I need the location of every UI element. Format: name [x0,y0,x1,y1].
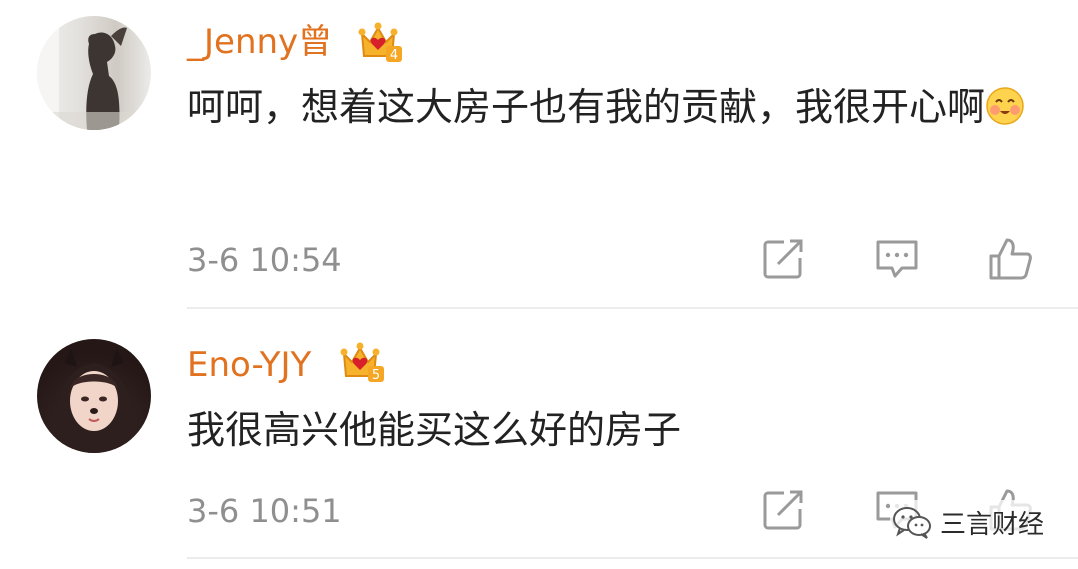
timestamp: 3-6 10:51 [187,492,342,530]
username[interactable]: _Jenny曾 [187,20,332,64]
repost-button[interactable] [760,236,806,282]
thumbs-up-icon [989,238,1032,280]
wechat-icon [893,507,931,539]
avatar[interactable] [37,339,151,453]
divider [187,557,1078,559]
comment-text: 我很高兴他能买这么好的房子 [187,408,682,452]
avatar[interactable] [37,16,151,130]
comment-bubble-icon [876,240,918,278]
comment-text: 呵呵，想着这大房子也有我的贡献，我很开心啊 [187,72,1057,142]
watermark: 三言财经 [890,500,1053,544]
repost-button[interactable] [760,487,806,533]
vip-crown-badge-icon: 4 [358,20,404,64]
smiling-blush-emoji-icon [985,78,1025,125]
vip-crown-badge-icon: 5 [340,340,386,384]
share-edit-icon [763,239,803,279]
watermark-text: 三言财经 [940,509,1045,540]
username[interactable]: Eno-YJY [187,343,311,387]
comment-item: _Jenny曾 4 呵呵，想着这大房子也有我的贡献，我很开心啊 3-6 10:5… [0,0,1078,309]
badge-level: 5 [372,368,380,383]
timestamp: 3-6 10:54 [187,241,342,279]
like-button[interactable] [987,236,1033,282]
reply-button[interactable] [874,236,920,282]
badge-level: 4 [390,48,398,63]
share-edit-icon [763,490,803,530]
comment-text-body: 呵呵，想着这大房子也有我的贡献，我很开心啊 [187,85,986,129]
